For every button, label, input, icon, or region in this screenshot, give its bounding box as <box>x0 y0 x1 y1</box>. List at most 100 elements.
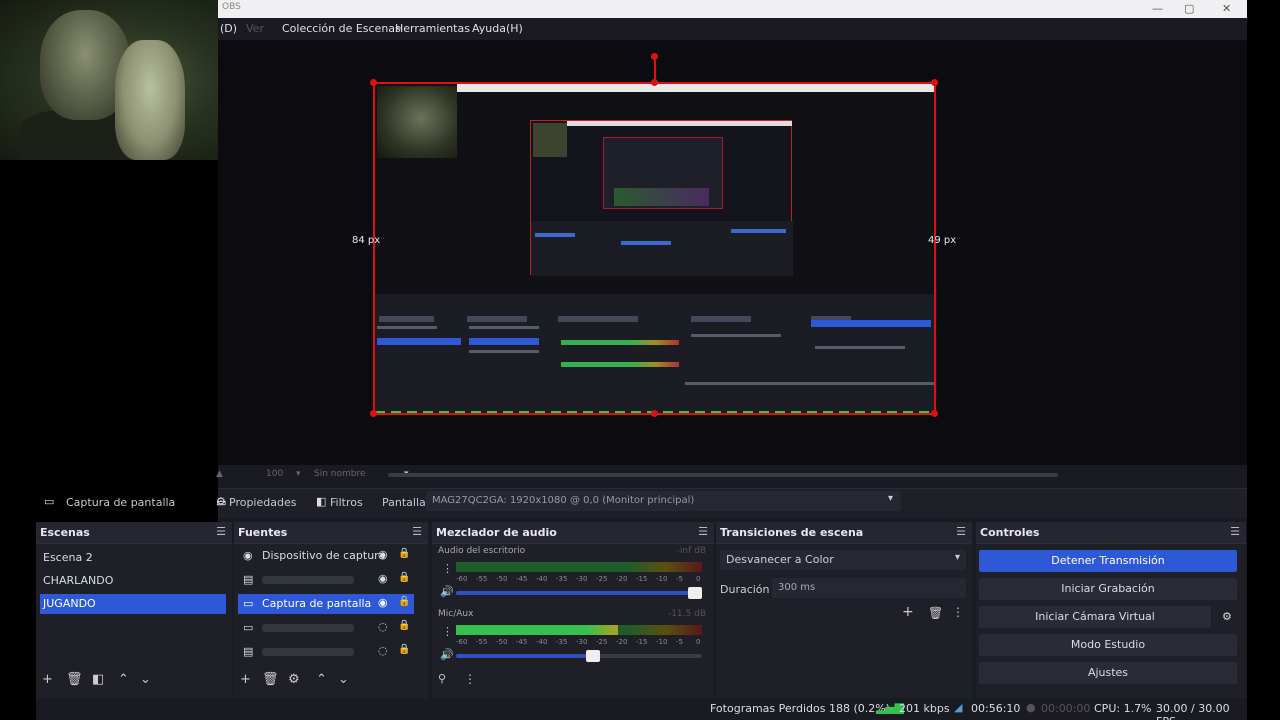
dock-menu-icon[interactable]: ☰ <box>412 525 422 538</box>
source-item[interactable]: ▭ ◌ 🔒 <box>238 618 414 638</box>
resize-handle-bottom-right[interactable] <box>931 410 938 417</box>
toolbar-item[interactable]: 100 <box>266 469 283 479</box>
lock-icon[interactable]: 🔒 <box>398 644 410 655</box>
preview-area[interactable]: 84 px 49 px <box>218 40 1247 465</box>
trash-icon[interactable]: 🗑 <box>928 606 943 620</box>
chevron-down-icon: ▾ <box>887 493 893 504</box>
close-button[interactable]: ✕ <box>1222 2 1231 15</box>
maximize-button[interactable]: ▢ <box>1184 2 1194 15</box>
trash-icon[interactable]: 🗑 <box>262 672 279 687</box>
lock-icon[interactable]: 🔒 <box>398 596 410 607</box>
resize-handle-top[interactable] <box>651 79 658 86</box>
settings-button[interactable]: Ajustes <box>979 662 1237 684</box>
rotation-handle[interactable] <box>651 53 658 60</box>
status-bar: Fotogramas Perdidos 188 (0.2%) ▂▄▆ 201 k… <box>36 698 1247 720</box>
audio-meter <box>456 625 702 635</box>
eye-hidden-icon[interactable]: ◌ <box>378 644 388 657</box>
horizontal-scrollbar[interactable] <box>388 473 1058 477</box>
source-item[interactable]: ◉ Dispositivo de captura ◉ 🔒 <box>238 546 414 566</box>
meter-tick-label: 0 <box>696 575 701 583</box>
menu-item-d[interactable]: (D) <box>220 22 237 35</box>
transitions-title: Transiciones de escena <box>720 526 864 539</box>
fps: 30.00 / 30.00 FPS <box>1156 702 1230 720</box>
window-title: OBS <box>222 2 241 12</box>
resize-handle-top-right[interactable] <box>931 79 938 86</box>
source-item[interactable]: ▤ ◌ 🔒 <box>238 642 414 662</box>
dock-menu-icon[interactable]: ☰ <box>1230 525 1240 538</box>
toolbar-item[interactable]: ▲ <box>216 469 223 479</box>
menu-item-tools[interactable]: Herramientas <box>395 22 470 35</box>
volume-slider[interactable] <box>456 587 702 599</box>
kebab-icon[interactable]: ⋮ <box>952 605 964 619</box>
chevron-up-icon[interactable]: ⌃ <box>316 672 327 687</box>
meter-tick-label: -35 <box>556 575 568 583</box>
kebab-icon[interactable]: ⋮ <box>442 562 453 575</box>
transitions-dock: Transiciones de escena ☰ Desvanecer a Co… <box>716 522 972 698</box>
webcam-overlay <box>0 0 218 160</box>
scene-item[interactable]: CHARLANDO <box>40 571 226 591</box>
eye-hidden-icon[interactable]: ◌ <box>378 620 388 633</box>
add-icon[interactable]: + <box>42 672 53 687</box>
resize-handle-bottom-left[interactable] <box>370 410 377 417</box>
preview-canvas[interactable] <box>373 82 936 415</box>
eye-icon[interactable]: ◉ <box>378 596 388 609</box>
meter-tick-label: -45 <box>516 638 528 646</box>
link-icon[interactable]: ⚲ <box>438 672 446 685</box>
menu-item-scene-collection[interactable]: Colección de Escenas <box>282 22 401 35</box>
transition-select[interactable]: Desvanecer a Color ▾ <box>720 550 966 570</box>
add-icon[interactable]: + <box>240 672 251 687</box>
start-virtual-camera-button[interactable]: Iniciar Cámara Virtual <box>979 606 1211 628</box>
lock-icon[interactable]: 🔒 <box>398 620 410 631</box>
speaker-icon[interactable]: 🔊 <box>440 585 454 598</box>
right-distance-label: 49 px <box>928 235 957 246</box>
source-item-label-blurred <box>262 624 354 632</box>
minimize-button[interactable]: — <box>1152 2 1163 15</box>
screen-select[interactable]: MAG27QC2GA: 1920x1080 @ 0,0 (Monitor pri… <box>426 491 901 511</box>
dock-menu-icon[interactable]: ☰ <box>698 525 708 538</box>
dock-menu-icon[interactable]: ☰ <box>216 525 226 538</box>
sources-title: Fuentes <box>238 526 288 539</box>
volume-slider[interactable] <box>456 650 702 662</box>
scenes-dock: Escenas ☰ Escena 2 CHARLANDO JUGANDO + 🗑… <box>36 522 232 698</box>
gear-icon[interactable]: ⚙ <box>288 672 300 687</box>
window-icon: ▤ <box>243 573 254 586</box>
filter-icon[interactable]: ◧ <box>92 672 104 687</box>
toolbar-item[interactable]: Sin nombre <box>314 469 366 479</box>
kebab-icon[interactable]: ⋮ <box>464 672 476 686</box>
duration-input[interactable]: 300 ms <box>772 578 966 598</box>
filters-button[interactable]: Filtros <box>330 496 363 509</box>
chevron-down-icon[interactable]: ⌄ <box>140 672 151 687</box>
eye-icon[interactable]: ◉ <box>378 548 388 561</box>
lock-icon[interactable]: 🔒 <box>398 548 410 559</box>
toolbar-item[interactable]: ▾ <box>296 469 301 479</box>
source-item-active[interactable]: ▭ Captura de pantalla ◉ 🔒 <box>238 594 414 614</box>
kebab-icon[interactable]: ⋮ <box>442 625 453 638</box>
chevron-down-icon[interactable]: ⌄ <box>338 672 349 687</box>
trash-icon[interactable]: 🗑 <box>66 672 83 687</box>
speaker-icon[interactable]: 🔊 <box>440 648 454 661</box>
live-time: 00:56:10 <box>971 702 1021 715</box>
camera-icon: ◉ <box>243 549 253 562</box>
scene-item[interactable]: Escena 2 <box>40 548 226 568</box>
menu-item-ver[interactable]: Ver <box>246 22 264 35</box>
properties-button[interactable]: Propiedades <box>229 496 296 509</box>
sources-dock-header: Fuentes ☰ <box>234 522 428 544</box>
eye-icon[interactable]: ◉ <box>378 572 388 585</box>
dock-menu-icon[interactable]: ☰ <box>956 525 966 538</box>
resize-handle-bottom[interactable] <box>651 410 658 417</box>
chevron-up-icon[interactable]: ⌃ <box>118 672 129 687</box>
add-icon[interactable]: + <box>902 604 914 620</box>
studio-mode-button[interactable]: Modo Estudio <box>979 634 1237 656</box>
resize-handle-top-left[interactable] <box>370 79 377 86</box>
lock-icon[interactable]: 🔒 <box>398 572 410 583</box>
gear-icon[interactable]: ⚙ <box>1222 610 1232 623</box>
meter-tick-label: -45 <box>516 575 528 583</box>
stop-stream-button[interactable]: Detener Transmisión <box>979 550 1237 572</box>
meter-tick-label: -60 <box>456 575 468 583</box>
meter-tick-label: 0 <box>696 638 701 646</box>
scene-item-active[interactable]: JUGANDO <box>40 594 226 614</box>
source-item[interactable]: ▤ ◉ 🔒 <box>238 570 414 590</box>
menu-item-help[interactable]: Ayuda(H) <box>472 22 523 35</box>
start-recording-button[interactable]: Iniciar Grabación <box>979 578 1237 600</box>
meter-tick-label: -25 <box>596 575 608 583</box>
